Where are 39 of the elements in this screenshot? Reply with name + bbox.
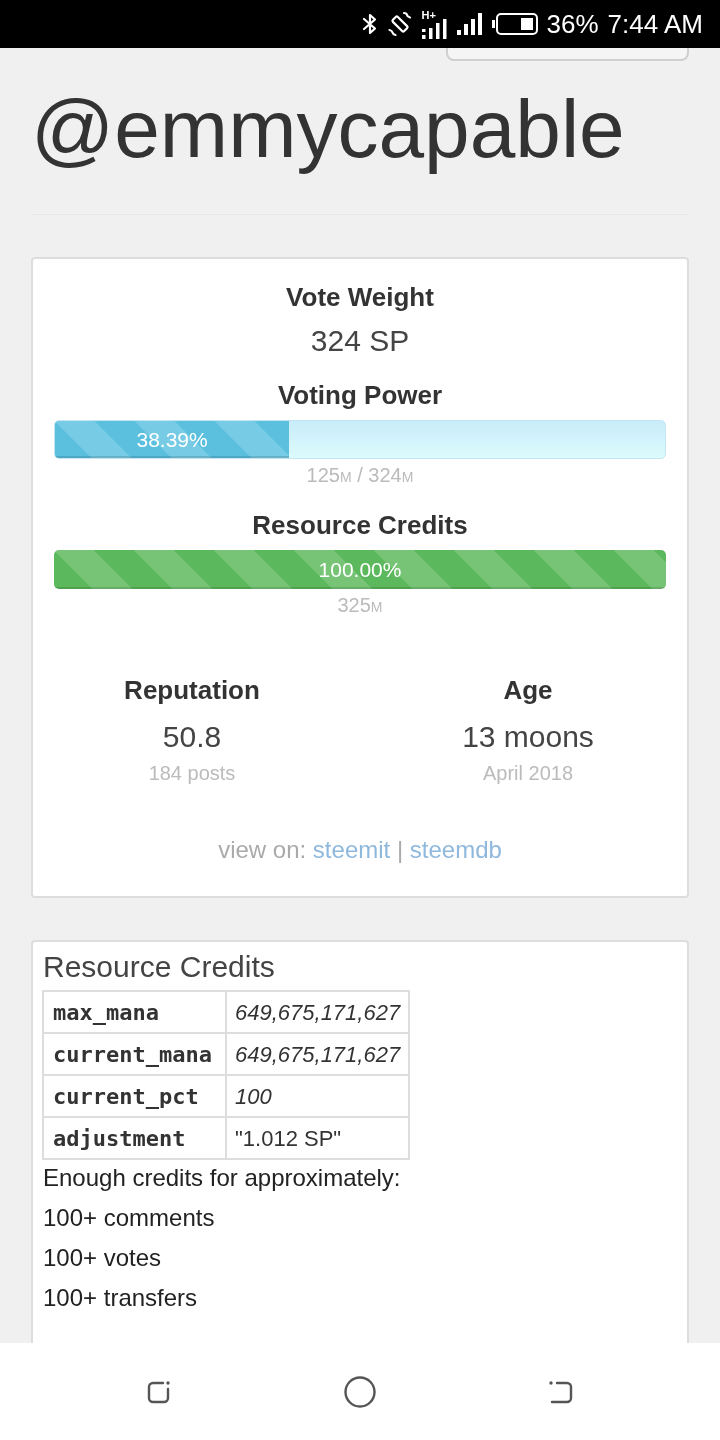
meter-label: Resource Credits bbox=[252, 510, 468, 540]
bluetooth-icon bbox=[361, 12, 378, 36]
table-cell: 649,675,171,627 bbox=[226, 1033, 410, 1075]
stat-label: Age bbox=[503, 675, 553, 705]
summary-text: Enough credits for approximately: bbox=[43, 1163, 402, 1193]
link[interactable]: steemit bbox=[312, 836, 391, 863]
stat-note: 184 posts bbox=[148, 761, 236, 785]
signal-icon bbox=[421, 18, 448, 39]
table-cell: current_pct bbox=[43, 1075, 226, 1117]
estimate-text: 100+ transfers bbox=[43, 1283, 199, 1313]
table-cell: 100 bbox=[226, 1075, 410, 1117]
mana-reading: 125M / 324M bbox=[306, 463, 414, 488]
stat-label: Reputation bbox=[124, 675, 260, 705]
table-cell: "1.012 SP" bbox=[226, 1117, 410, 1159]
home-icon[interactable] bbox=[344, 1375, 376, 1408]
table-cell: current_mana bbox=[43, 1033, 226, 1075]
network-type-label: H+ bbox=[421, 9, 436, 21]
section-heading: Resource Credits bbox=[43, 950, 276, 984]
table-cell: adjustment bbox=[43, 1117, 226, 1159]
clock-time: 7:44 AM bbox=[607, 11, 703, 37]
vote-weight-label: Vote Weight bbox=[286, 282, 434, 312]
mana-reading: 325M bbox=[337, 593, 383, 618]
table-cell: 649,675,171,627 bbox=[226, 991, 410, 1033]
percent-label: 100.00% bbox=[318, 559, 402, 580]
battery-percentage: 36% bbox=[546, 11, 599, 37]
stat-note: April 2018 bbox=[482, 761, 574, 785]
table-cell: max_mana bbox=[43, 991, 226, 1033]
stat-value: 50.8 bbox=[162, 719, 222, 755]
estimate-text: 100+ comments bbox=[43, 1203, 216, 1233]
stat-value: 13 moons bbox=[462, 719, 594, 755]
view-on-text: view on: steemit | steemdb bbox=[218, 835, 502, 865]
vote-weight-value: 324 SP bbox=[310, 323, 410, 359]
signal-icon bbox=[456, 13, 483, 35]
battery-icon bbox=[491, 13, 538, 35]
estimate-text: 100+ votes bbox=[43, 1243, 163, 1273]
percent-label: 38.39% bbox=[136, 429, 208, 450]
meter-label: Voting Power bbox=[277, 380, 443, 410]
phone-rotation-icon bbox=[386, 11, 413, 37]
link[interactable]: steemdb bbox=[409, 836, 502, 863]
